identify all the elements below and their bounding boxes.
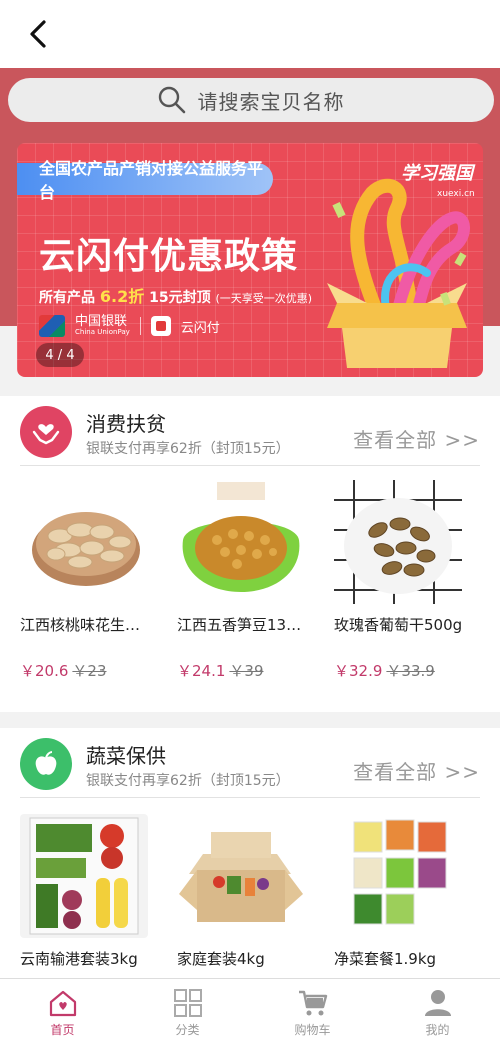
product-name: 玫瑰香葡萄干500g	[334, 616, 463, 634]
product-old-price: ￥39	[229, 662, 264, 680]
tab-category[interactable]: 分类	[125, 979, 250, 1043]
section-subtitle: 银联支付再享62折（封顶15元）	[86, 441, 290, 457]
bottom-tab-bar: 首页 分类 购物车 我的	[0, 978, 500, 1043]
hands-heart-icon	[20, 406, 72, 458]
banner-logos: 中国银联 China UnionPay 云闪付	[39, 314, 220, 337]
tab-cart[interactable]: 购物车	[250, 979, 375, 1043]
product-name: 江西五香笋豆13…	[177, 616, 302, 634]
search-placeholder: 请搜索宝贝名称	[197, 89, 345, 114]
product-card[interactable]: 玫瑰香葡萄干500g ￥32.9 ￥33.9	[334, 480, 474, 690]
back-button[interactable]	[20, 16, 56, 52]
section-title: 消费扶贫	[86, 412, 166, 436]
view-all-link[interactable]: 查看全部 >>	[353, 756, 480, 785]
section-poverty-relief: 消费扶贫 银联支付再享62折（封顶15元） 查看全部 >> 江西核桃味花生… ￥…	[0, 396, 500, 712]
product-image-peanuts	[20, 480, 148, 604]
product-card[interactable]: 江西五香笋豆13… ￥24.1 ￥39	[177, 480, 317, 690]
search-icon	[158, 86, 185, 114]
product-card[interactable]: 家庭套装4kg	[177, 814, 317, 974]
product-card[interactable]: 江西核桃味花生… ￥20.6 ￥23	[20, 480, 160, 690]
cart-icon	[298, 990, 327, 1016]
section-subtitle: 银联支付再享62折（封顶15元）	[86, 773, 290, 789]
tab-label: 购物车	[294, 1023, 331, 1037]
product-old-price: ￥23	[72, 662, 107, 680]
home-icon	[49, 990, 76, 1017]
product-name: 家庭套装4kg	[177, 950, 265, 968]
section-header: 蔬菜保供 银联支付再享62折（封顶15元） 查看全部 >>	[20, 738, 480, 794]
product-price: ￥32.9	[334, 662, 383, 680]
product-price: ￥24.1	[177, 662, 226, 680]
promo-banner[interactable]: 全国农产品产销对接公益服务平台 学习强国 xuexi.cn 云闪付优惠政策 所有…	[17, 143, 483, 377]
unionpay-logo-icon	[39, 315, 65, 337]
product-image-spiced-beans	[177, 480, 305, 604]
tab-label: 分类	[175, 1023, 200, 1037]
section-title: 蔬菜保供	[86, 744, 166, 768]
product-price: ￥20.6	[20, 662, 69, 680]
banner-title: 云闪付优惠政策	[39, 236, 299, 277]
product-image-packaged-veggies	[334, 814, 462, 938]
product-card[interactable]: 云南输港套装3kg	[20, 814, 160, 974]
tab-label: 我的	[425, 1023, 450, 1037]
yunshanfu-logo-icon	[150, 316, 171, 336]
divider	[20, 797, 480, 798]
user-icon	[424, 990, 451, 1016]
banner-subtitle: 所有产品 6.2折 15元封顶 (一天享受一次优惠)	[39, 287, 313, 306]
product-name: 江西核桃味花生…	[20, 616, 141, 634]
product-image-vegetable-box	[20, 814, 148, 938]
search-bar[interactable]: 请搜索宝贝名称	[8, 78, 494, 122]
divider	[20, 465, 480, 466]
tab-home[interactable]: 首页	[0, 979, 125, 1043]
banner-page-indicator: 4 / 4	[36, 343, 84, 367]
view-all-link[interactable]: 查看全部 >>	[353, 424, 480, 453]
section-header: 消费扶贫 银联支付再享62折（封顶15元） 查看全部 >>	[20, 406, 480, 462]
tab-profile[interactable]: 我的	[375, 979, 500, 1043]
product-card[interactable]: 净菜套餐1.9kg	[334, 814, 474, 974]
banner-discount: 6.2折	[99, 287, 145, 306]
apple-icon	[20, 738, 72, 790]
product-name: 云南输港套装3kg	[20, 950, 138, 968]
tab-label: 首页	[50, 1023, 75, 1037]
product-name: 净菜套餐1.9kg	[334, 950, 437, 968]
product-image-cardboard-box	[177, 814, 305, 938]
top-bar	[0, 0, 500, 68]
chevron-left-icon	[30, 20, 46, 48]
section-vegetable-supply: 蔬菜保供 银联支付再享62折（封顶15元） 查看全部 >> 云南输港套装3kg	[0, 728, 500, 978]
gift-box-illustration	[327, 178, 470, 368]
product-image-raisins	[334, 480, 462, 604]
product-old-price: ￥33.9	[386, 662, 435, 680]
grid-icon	[173, 989, 202, 1017]
banner-platform-label: 全国农产品产销对接公益服务平台	[17, 159, 273, 202]
